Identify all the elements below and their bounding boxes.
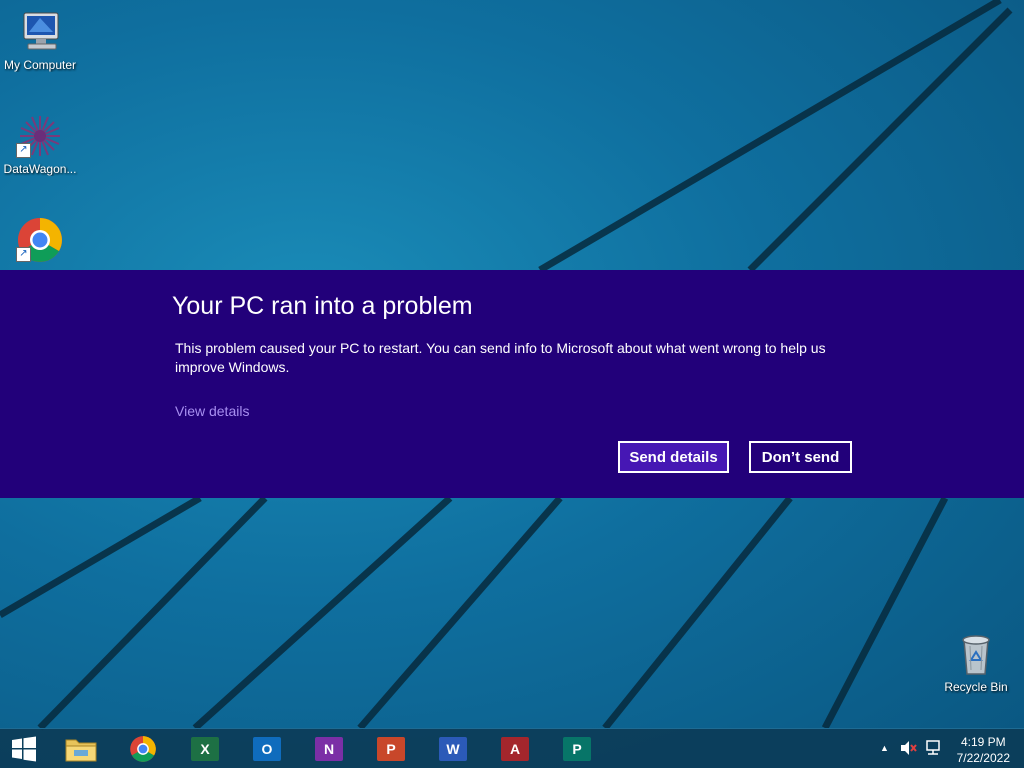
outlook-icon: O (253, 737, 281, 761)
network-icon[interactable] (924, 740, 942, 759)
dialog-title: Your PC ran into a problem (172, 292, 473, 320)
clock[interactable]: 4:19 PM 7/22/2022 (957, 734, 1010, 766)
dont-send-button[interactable]: Don’t send (749, 441, 852, 473)
windows-start-icon (12, 736, 36, 762)
taskbar-app-outlook[interactable]: O (241, 732, 293, 766)
desktop-icon-my-computer[interactable]: My Computer (0, 8, 80, 72)
excel-icon: X (191, 737, 219, 761)
datawagon-icon: ↗ (16, 112, 64, 160)
taskbar-app-access[interactable]: A (489, 732, 541, 766)
publisher-icon: P (563, 737, 591, 761)
clock-date: 7/22/2022 (956, 751, 1010, 765)
chevron-up-icon[interactable]: ▲ (880, 743, 889, 753)
desktop-icon-recycle-bin[interactable]: Recycle Bin (936, 630, 1016, 694)
shortcut-arrow-icon: ↗ (16, 247, 31, 262)
access-icon: A (501, 737, 529, 761)
desktop-icon-datawagon[interactable]: ↗ DataWagon... (0, 112, 80, 176)
start-button[interactable] (0, 732, 48, 766)
volume-muted-icon[interactable] (900, 740, 918, 759)
error-dialog (0, 270, 1024, 498)
taskbar-app-word[interactable]: W (427, 732, 479, 766)
taskbar: X O N P W A P ▲ 4:19 PM 7/22/2022 (0, 728, 1024, 768)
chrome-icon: ↗ (16, 216, 64, 264)
send-details-button[interactable]: Send details (618, 441, 729, 473)
taskbar-app-onenote[interactable]: N (303, 732, 355, 766)
my-computer-icon (16, 8, 64, 56)
chrome-icon (130, 736, 156, 762)
desktop-icon-label: DataWagon... (3, 162, 77, 176)
desktop-icon-label: Recycle Bin (944, 680, 1008, 694)
system-tray: ▲ 4:19 PM 7/22/2022 (864, 729, 1024, 768)
view-details-link[interactable]: View details (175, 403, 249, 419)
taskbar-app-publisher[interactable]: P (551, 732, 603, 766)
shortcut-arrow-icon: ↗ (16, 143, 31, 158)
desktop-icon-label: My Computer (3, 58, 77, 72)
onenote-icon: N (315, 737, 343, 761)
desktop-icon-chrome[interactable]: ↗ (0, 216, 80, 266)
taskbar-app-excel[interactable]: X (179, 732, 231, 766)
powerpoint-icon: P (377, 737, 405, 761)
recycle-bin-icon (952, 630, 1000, 678)
clock-time: 4:19 PM (960, 735, 1006, 749)
taskbar-app-file-explorer[interactable] (55, 732, 107, 766)
dialog-message: This problem caused your PC to restart. … (175, 340, 826, 375)
file-explorer-icon (65, 739, 97, 762)
taskbar-app-powerpoint[interactable]: P (365, 732, 417, 766)
taskbar-app-chrome[interactable] (117, 732, 169, 766)
word-icon: W (439, 737, 467, 761)
desktop: My Computer ↗ DataWagon... ↗ Recycle Bin… (0, 0, 1024, 768)
